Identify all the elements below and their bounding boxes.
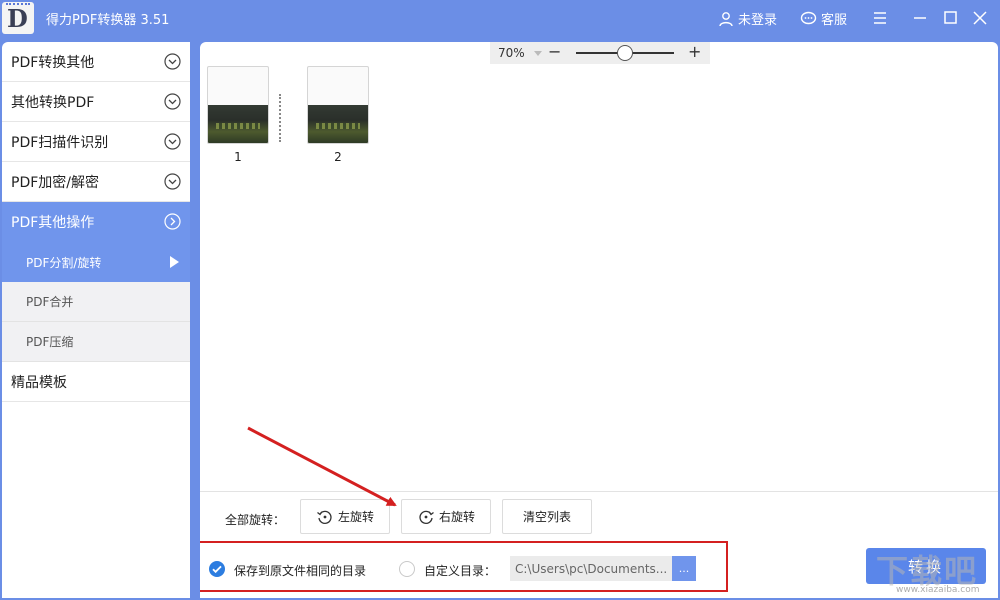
rotate-bar: 全部旋转： 左旋转 右旋转 清空列表 xyxy=(200,491,998,537)
sidebar-item-pdf-ocr[interactable]: PDF扫描件识别 xyxy=(2,122,190,162)
same-dir-radio[interactable] xyxy=(209,561,225,577)
custom-dir-radio[interactable] xyxy=(399,561,415,577)
page-thumbnail-image xyxy=(308,105,368,143)
page-thumbnail-image xyxy=(208,105,268,143)
app-title: 得力PDF转换器 3.51 xyxy=(46,13,170,28)
sidebar-subitem-label: PDF合并 xyxy=(26,295,74,309)
zoom-bar: 70% − + xyxy=(490,42,710,64)
login-label: 未登录 xyxy=(738,13,778,28)
close-icon xyxy=(973,11,987,25)
page-number-label: 1 xyxy=(234,150,242,164)
rotate-right-label: 右旋转 xyxy=(438,510,475,524)
zoom-slider-thumb[interactable] xyxy=(617,45,633,61)
hamburger-icon xyxy=(874,12,886,24)
sidebar-item-templates[interactable]: 精品模板 xyxy=(2,362,190,402)
play-arrow-icon xyxy=(170,256,179,268)
title-bar: D 得力PDF转换器 3.51 未登录 客服 xyxy=(0,0,1000,36)
rotate-right-button[interactable]: 右旋转 xyxy=(401,499,491,534)
page-number-label: 2 xyxy=(334,150,342,164)
sidebar-subitem-merge[interactable]: PDF合并 xyxy=(2,282,190,322)
sidebar-item-label: 其他转换PDF xyxy=(11,94,95,111)
sidebar-subitem-label: PDF压缩 xyxy=(26,335,74,349)
caret-down-icon[interactable] xyxy=(534,51,542,56)
chevron-down-icon xyxy=(164,53,181,70)
sidebar-item-other-to-pdf[interactable]: 其他转换PDF xyxy=(2,82,190,122)
rotate-left-label: 左旋转 xyxy=(337,510,374,524)
split-divider[interactable] xyxy=(279,94,281,142)
browse-button[interactable]: ... xyxy=(672,556,696,581)
login-button[interactable]: 未登录 xyxy=(718,9,777,28)
zoom-in-button[interactable]: + xyxy=(688,42,701,61)
sidebar-item-pdf-encrypt[interactable]: PDF加密/解密 xyxy=(2,162,190,202)
check-icon xyxy=(212,565,222,574)
chevron-down-icon xyxy=(164,93,181,110)
chevron-right-icon xyxy=(164,213,181,230)
rotate-left-button[interactable]: 左旋转 xyxy=(300,499,390,534)
logo-letter: D xyxy=(7,4,28,33)
menu-button[interactable] xyxy=(868,6,892,30)
submenu: PDF分割/旋转 PDF合并 PDF压缩 xyxy=(2,242,190,362)
convert-button[interactable]: 转换 xyxy=(866,548,986,584)
sidebar-item-label: PDF其他操作 xyxy=(11,215,95,231)
user-icon xyxy=(719,11,733,26)
service-label: 客服 xyxy=(821,13,848,28)
sidebar: PDF转换其他 其他转换PDF PDF扫描件识别 PDF加密/解密 PDF其他操… xyxy=(2,42,190,598)
sidebar-item-label: PDF加密/解密 xyxy=(11,174,99,191)
close-button[interactable] xyxy=(968,6,992,30)
sidebar-item-pdf-to-other[interactable]: PDF转换其他 xyxy=(2,42,190,82)
custom-dir-label[interactable]: 自定义目录： xyxy=(424,562,496,579)
sidebar-subitem-compress[interactable]: PDF压缩 xyxy=(2,322,190,362)
clear-list-button[interactable]: 清空列表 xyxy=(502,499,592,534)
maximize-icon xyxy=(944,11,957,24)
chevron-down-icon xyxy=(164,173,181,190)
clear-list-label: 清空列表 xyxy=(522,510,571,524)
page-thumbnail-1[interactable] xyxy=(207,66,269,144)
sidebar-item-label: PDF扫描件识别 xyxy=(11,134,109,151)
rotate-all-label: 全部旋转： xyxy=(225,513,286,527)
chevron-down-icon xyxy=(164,133,181,150)
chat-icon xyxy=(800,11,817,24)
maximize-button[interactable] xyxy=(938,6,962,30)
app-logo: D xyxy=(2,2,34,34)
sidebar-item-label: 精品模板 xyxy=(11,374,67,391)
zoom-value[interactable]: 70% xyxy=(498,46,525,60)
same-dir-label[interactable]: 保存到原文件相同的目录 xyxy=(234,562,366,579)
zoom-out-button[interactable]: − xyxy=(548,42,561,61)
main-panel: 70% − + 1 2 全部旋转： 左旋转 右旋转 清空列表 保存到原文件相同的… xyxy=(200,42,998,598)
rotate-left-icon xyxy=(317,510,332,524)
page-thumbnail-2[interactable] xyxy=(307,66,369,144)
rotate-right-icon xyxy=(419,510,434,524)
sidebar-subitem-split-rotate[interactable]: PDF分割/旋转 xyxy=(2,242,190,282)
service-button[interactable]: 客服 xyxy=(800,9,847,28)
sidebar-item-label: PDF转换其他 xyxy=(11,54,95,71)
output-path-field[interactable] xyxy=(510,556,672,581)
minimize-button[interactable] xyxy=(908,6,932,30)
sidebar-subitem-label: PDF分割/旋转 xyxy=(26,255,102,270)
sidebar-item-pdf-other-ops[interactable]: PDF其他操作 xyxy=(2,202,190,242)
minimize-icon xyxy=(914,17,926,19)
